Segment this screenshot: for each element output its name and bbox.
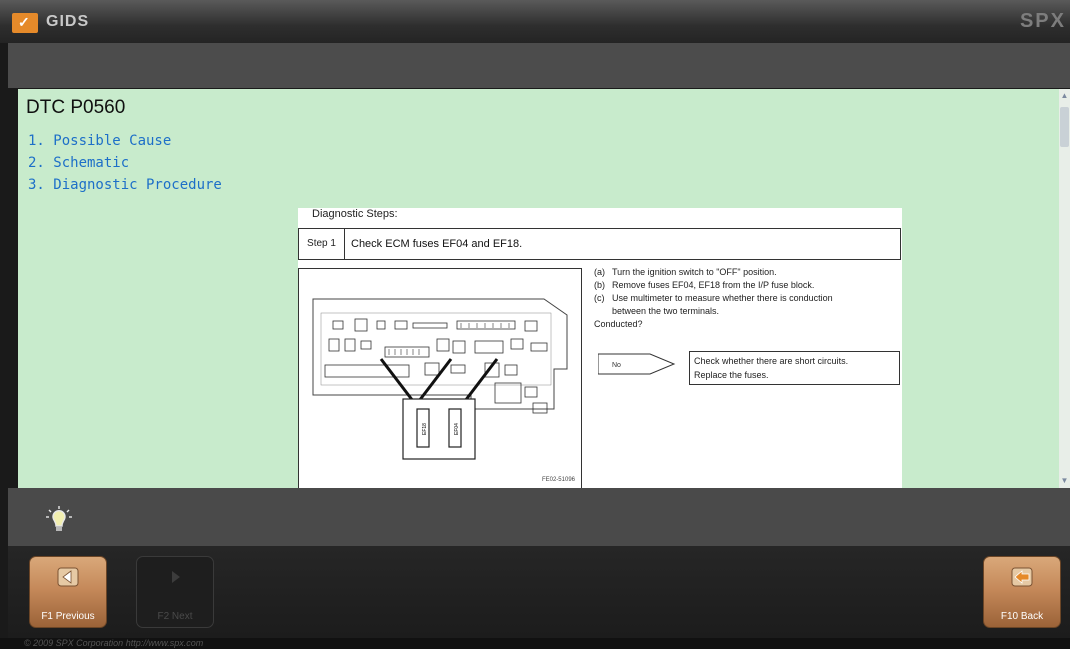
next-label: F2 Next	[157, 611, 193, 622]
no-label: No	[612, 362, 621, 369]
figure-code: FE02-51096	[541, 477, 575, 483]
instruction-a: (a) Turn the ignition switch to "OFF" pos…	[594, 267, 777, 277]
toolbar	[8, 43, 1070, 88]
back-label: F10 Back	[1000, 611, 1044, 622]
step-number: Step 1	[299, 229, 345, 259]
fuse-block-illustration: EF18 EF04	[312, 298, 568, 460]
title-bar: ✓ GIDS SPX	[0, 0, 1070, 43]
app-title: GIDS	[46, 13, 90, 30]
back-arrow-icon	[984, 567, 1060, 592]
back-button[interactable]: F10 Back	[983, 556, 1061, 628]
previous-button[interactable]: F1 Previous	[29, 556, 107, 628]
diagnostic-document: Diagnostic Steps: Step 1 Check ECM fuses…	[298, 208, 902, 488]
hint-bar	[8, 488, 1070, 546]
result-line: Replace the fuses.	[694, 370, 769, 380]
footer: © 2009 SPX Corporation http://www.spx.co…	[0, 638, 1070, 649]
toc-link-possible-cause[interactable]: 1. Possible Cause	[28, 133, 222, 149]
next-button[interactable]: F2 Next	[136, 556, 214, 628]
step-row: Step 1 Check ECM fuses EF04 and EF18.	[298, 228, 901, 260]
scroll-down-arrow-icon[interactable]: ▼	[1060, 476, 1069, 486]
content-panel: DTC P0560 1. Possible Cause 2. Schematic…	[18, 89, 1059, 488]
toc-link-diagnostic-procedure[interactable]: 3. Diagnostic Procedure	[28, 177, 222, 193]
scroll-up-arrow-icon[interactable]: ▲	[1060, 91, 1069, 101]
result-line: Check whether there are short circuits.	[694, 356, 849, 366]
page-title: DTC P0560	[26, 97, 126, 118]
toc-link-schematic[interactable]: 2. Schematic	[28, 155, 222, 171]
fuse-block-diagram: EF18 EF04 FE02-51096	[298, 268, 582, 488]
vertical-scrollbar[interactable]: ▲ ▼	[1059, 89, 1070, 488]
fuse-label-ef18: EF18	[422, 423, 428, 435]
app-logo-icon: ✓	[12, 13, 38, 33]
result-box: Check whether there are short circuits. …	[689, 351, 900, 385]
arrow-right-icon	[137, 567, 213, 592]
instruction-c-continued: between the two terminals.	[612, 306, 720, 316]
copyright-text: © 2009 SPX Corporation http://www.spx.co…	[24, 638, 204, 648]
step-text: Check ECM fuses EF04 and EF18.	[351, 238, 523, 250]
instructions: (a) Turn the ignition switch to "OFF" pos…	[594, 266, 833, 331]
no-arrow-tag: No	[598, 353, 676, 375]
instruction-c: (c) Use multimeter to measure whether the…	[594, 293, 833, 303]
doc-heading: Diagnostic Steps:	[312, 208, 398, 220]
brand-logo: SPX	[1019, 10, 1066, 32]
instruction-b: (b) Remove fuses EF04, EF18 from the I/P …	[594, 280, 815, 290]
previous-label: F1 Previous	[41, 611, 95, 622]
lightbulb-icon[interactable]	[44, 504, 74, 534]
table-of-contents: 1. Possible Cause 2. Schematic 3. Diagno…	[28, 133, 222, 199]
scroll-thumb[interactable]	[1060, 107, 1069, 147]
fuse-label-ef04: EF04	[454, 423, 460, 435]
conducted-question: Conducted?	[594, 319, 643, 329]
arrow-left-icon	[30, 567, 106, 592]
